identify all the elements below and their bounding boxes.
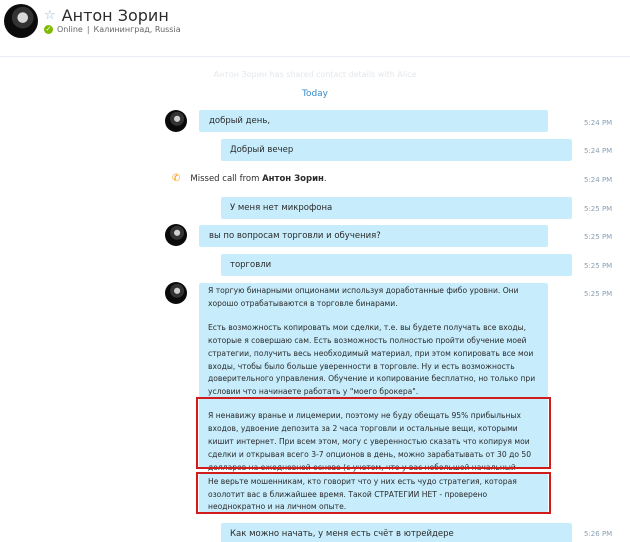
message-time: 5:24 PM bbox=[584, 119, 613, 127]
date-separator: Антон Зорин has shared contact details w… bbox=[0, 70, 630, 100]
missed-call-prefix: Missed call from bbox=[190, 173, 263, 184]
contact-avatar[interactable] bbox=[4, 4, 38, 38]
missed-call-name: Антон Зорин bbox=[262, 173, 324, 184]
missed-call-suffix: . bbox=[323, 173, 327, 184]
sender-avatar[interactable] bbox=[165, 110, 187, 132]
contact-location: Калининград, Russia bbox=[93, 25, 181, 34]
message-paragraph: Я торгую бинарными опционами используя д… bbox=[208, 286, 519, 308]
date-label: Today bbox=[301, 89, 329, 99]
online-check-icon: ✓ bbox=[44, 25, 53, 34]
header-divider bbox=[0, 56, 630, 57]
star-outline-icon[interactable]: ☆ bbox=[44, 9, 56, 22]
message-bubble[interactable]: Добрый вечер bbox=[221, 139, 572, 161]
message-bubble[interactable]: Как можно начать, у меня есть счёт в ютр… bbox=[221, 523, 572, 542]
status-text: Online bbox=[57, 25, 83, 34]
message-text: Как можно начать, у меня есть счёт в ютр… bbox=[230, 529, 454, 539]
message-time: 5:25 PM bbox=[584, 262, 613, 270]
message-time: 5:24 PM bbox=[584, 176, 613, 184]
message-paragraph: Есть возможность копировать мои сделки, … bbox=[208, 322, 536, 397]
message-text: У меня нет микрофона bbox=[230, 203, 333, 213]
message-time: 5:25 PM bbox=[584, 290, 613, 298]
status-separator: | bbox=[86, 25, 90, 34]
message-time: 5:24 PM bbox=[584, 147, 613, 155]
conversation-header: ☆ Антон Зорин ✓ Online | Калининград, Ru… bbox=[0, 0, 630, 56]
missed-call-notice: ✆ Missed call from Антон Зорин. bbox=[172, 173, 327, 184]
sender-avatar[interactable] bbox=[165, 224, 187, 246]
message-bubble[interactable]: У меня нет микрофона bbox=[221, 197, 572, 219]
message-bubble[interactable]: вы по вопросам торговли и обучения? bbox=[199, 225, 548, 247]
message-bubble[interactable]: торговли bbox=[221, 254, 572, 276]
highlight-box bbox=[196, 472, 551, 514]
message-time: 5:26 PM bbox=[584, 530, 613, 538]
phone-icon: ✆ bbox=[172, 173, 181, 184]
message-bubble[interactable]: добрый день, bbox=[199, 110, 548, 132]
highlight-box bbox=[196, 397, 551, 469]
message-time: 5:25 PM bbox=[584, 205, 613, 213]
faded-system-text: Антон Зорин has shared contact details w… bbox=[213, 70, 417, 79]
message-text: добрый день, bbox=[209, 116, 271, 126]
contact-name[interactable]: Антон Зорин bbox=[62, 6, 169, 25]
sender-avatar[interactable] bbox=[165, 282, 187, 304]
message-text: торговли bbox=[230, 260, 272, 270]
message-time: 5:25 PM bbox=[584, 233, 613, 241]
message-text: вы по вопросам торговли и обучения? bbox=[209, 231, 381, 241]
message-text: Добрый вечер bbox=[230, 145, 294, 155]
contact-status: ✓ Online | Калининград, Russia bbox=[44, 25, 181, 34]
